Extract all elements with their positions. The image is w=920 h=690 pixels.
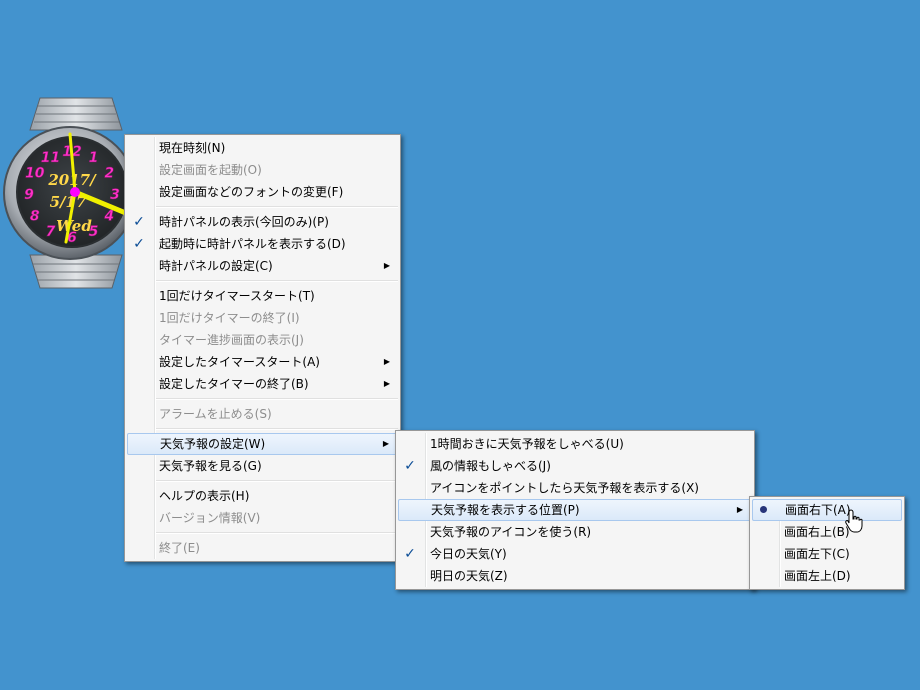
menu-item-position_menu-0[interactable]: 画面右下(A) [752,499,902,521]
menu-item-label: アイコンをポイントしたら天気予報を表示する(X) [430,481,699,495]
menu-item-main_menu-19[interactable]: ヘルプの表示(H) [125,485,400,507]
menu-item-label: 天気予報を表示する位置(P) [431,503,580,517]
watch-hour-number: 8 [30,209,40,225]
menu-item-main_menu-2[interactable]: 設定画面などのフォントの変更(F) [125,181,400,203]
watch-hour-number: 10 [25,166,45,182]
wrist-watch-widget[interactable]: 121234567891011 2017/ 5/17 Wed [0,90,140,290]
menu-item-label: 現在時刻(N) [159,141,226,155]
menu-item-main_menu-12[interactable]: 設定したタイマーの終了(B) ▶ [125,373,400,395]
menu-item-label: タイマー進捗画面の表示(J) [159,333,304,347]
menu-separator [156,280,398,282]
menu-separator [156,206,398,208]
menu-item-weather_menu-3[interactable]: 天気予報を表示する位置(P) ▶ [398,499,752,521]
menu-separator [156,398,398,400]
mouse-cursor-icon [845,509,863,533]
menu-item-weather_menu-5[interactable]: ✓ 今日の天気(Y) [396,543,754,565]
menu-item-main_menu-0[interactable]: 現在時刻(N) [125,137,400,159]
submenu-arrow-icon: ▶ [382,439,389,448]
menu-item-label: 設定したタイマースタート(A) [159,355,320,369]
context-menu[interactable]: 現在時刻(N) 設定画面を起動(O) 設定画面などのフォントの変更(F) ✓ 時計パネル… [124,134,401,562]
menu-item-position_menu-1[interactable]: 画面右上(B) [750,521,904,543]
menu-item-main_menu-4[interactable]: ✓ 時計パネルの表示(今回のみ)(P) [125,211,400,233]
watch-weekday: Wed [56,217,92,235]
watch-hour-number: 1 [89,150,99,166]
menu-item-main_menu-10[interactable]: タイマー進捗画面の表示(J) [125,329,400,351]
menu-item-label: 設定画面を起動(O) [159,163,262,177]
menu-item-label: 設定画面などのフォントの変更(F) [159,185,344,199]
menu-item-label: 設定したタイマーの終了(B) [159,377,309,391]
menu-item-label: 終了(E) [159,541,200,555]
menu-item-label: 画面左上(D) [784,569,851,583]
menu-item-weather_menu-1[interactable]: ✓ 風の情報もしゃべる(J) [396,455,754,477]
menu-item-main_menu-17[interactable]: 天気予報を見る(G) [125,455,400,477]
menu-item-main_menu-8[interactable]: 1回だけタイマースタート(T) [125,285,400,307]
menu-item-label: ヘルプの表示(H) [159,489,250,503]
menu-item-label: 画面左下(C) [784,547,850,561]
watch-center-pin [70,187,80,197]
menu-item-label: 画面右下(A) [785,503,851,517]
submenu-arrow-icon: ▶ [383,379,390,388]
menu-item-main_menu-5[interactable]: ✓ 起動時に時計パネルを表示する(D) [125,233,400,255]
menu-item-main_menu-11[interactable]: 設定したタイマースタート(A) ▶ [125,351,400,373]
menu-item-label: 1回だけタイマーの終了(I) [159,311,300,325]
menu-item-label: 明日の天気(Z) [430,569,508,583]
menu-item-main_menu-6[interactable]: 時計パネルの設定(C) ▶ [125,255,400,277]
submenu-arrow-icon: ▶ [736,505,743,514]
menu-separator [156,480,398,482]
watch-hour-number: 4 [103,209,114,225]
menu-item-label: 天気予報の設定(W) [160,437,266,451]
submenu-arrow-icon: ▶ [383,261,390,270]
weather-settings-submenu[interactable]: 1時間おきに天気予報をしゃべる(U) ✓ 風の情報もしゃべる(J) アイコンをポイント… [395,430,755,590]
menu-item-position_menu-2[interactable]: 画面左下(C) [750,543,904,565]
menu-item-label: 1時間おきに天気予報をしゃべる(U) [430,437,624,451]
menu-separator [156,428,398,430]
menu-item-main_menu-14[interactable]: アラームを止める(S) [125,403,400,425]
submenu-arrow-icon: ▶ [383,357,390,366]
weather-position-submenu[interactable]: 画面右下(A) 画面右上(B) 画面左下(C) 画面左上(D) [749,496,905,590]
check-icon: ✓ [133,236,145,252]
watch-hour-number: 7 [46,224,56,240]
menu-item-label: バージョン情報(V) [159,511,261,525]
menu-item-label: 今日の天気(Y) [430,547,507,561]
menu-item-label: 画面右上(B) [784,525,850,539]
watch-hour-number: 2 [104,166,114,182]
menu-item-main_menu-16[interactable]: 天気予報の設定(W) ▶ [127,433,398,455]
watch-hour-number: 3 [110,187,120,203]
menu-item-main_menu-20[interactable]: バージョン情報(V) [125,507,400,529]
menu-item-label: 1回だけタイマースタート(T) [159,289,315,303]
watch-hour-number: 11 [41,150,60,166]
menu-item-weather_menu-0[interactable]: 1時間おきに天気予報をしゃべる(U) [396,433,754,455]
menu-item-weather_menu-6[interactable]: 明日の天気(Z) [396,565,754,587]
menu-item-label: 天気予報のアイコンを使う(R) [430,525,592,539]
check-icon: ✓ [404,458,416,474]
check-icon: ✓ [404,546,416,562]
menu-item-label: 時計パネルの表示(今回のみ)(P) [159,215,329,229]
menu-separator [156,532,398,534]
menu-item-label: アラームを止める(S) [159,407,272,421]
menu-item-position_menu-3[interactable]: 画面左上(D) [750,565,904,587]
menu-item-label: 天気予報を見る(G) [159,459,262,473]
menu-item-weather_menu-2[interactable]: アイコンをポイントしたら天気予報を表示する(X) [396,477,754,499]
check-icon: ✓ [133,214,145,230]
menu-item-main_menu-22[interactable]: 終了(E) [125,537,400,559]
menu-item-label: 時計パネルの設定(C) [159,259,273,273]
radio-bullet-icon [760,506,767,513]
watch-hour-number: 9 [24,187,34,203]
menu-item-label: 風の情報もしゃべる(J) [430,459,551,473]
menu-item-label: 起動時に時計パネルを表示する(D) [159,237,346,251]
menu-item-main_menu-9[interactable]: 1回だけタイマーの終了(I) [125,307,400,329]
menu-item-main_menu-1[interactable]: 設定画面を起動(O) [125,159,400,181]
menu-item-weather_menu-4[interactable]: 天気予報のアイコンを使う(R) [396,521,754,543]
